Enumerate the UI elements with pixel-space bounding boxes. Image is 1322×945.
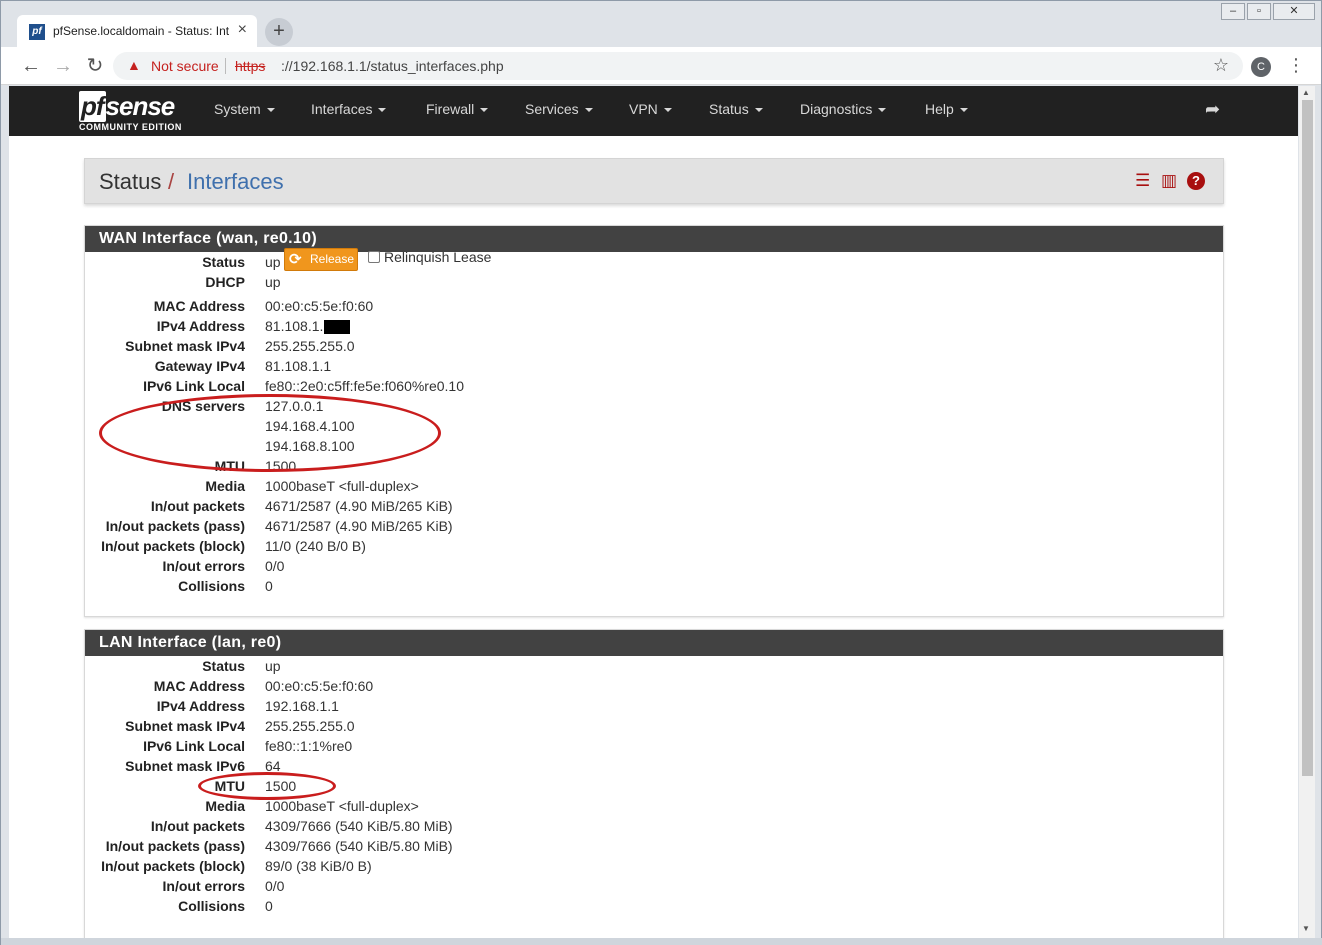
lan-row-status: Status up: [202, 658, 281, 674]
omnibox-divider: [225, 58, 226, 74]
browser-window: pf pfSense.localdomain - Status: Int × +…: [0, 0, 1322, 945]
reload-icon[interactable]: ↻: [83, 54, 107, 78]
lan-interface-panel: LAN Interface (lan, re0) Status up MAC Ad…: [84, 629, 1224, 938]
menu-interfaces[interactable]: Interfaces: [311, 101, 387, 117]
wan-row-dns: DNS servers 127.0.0.1: [161, 398, 324, 414]
logo-pf: pf: [79, 91, 106, 122]
lan-row-collisions: Collisions 0: [178, 898, 273, 914]
scroll-down-arrow-icon[interactable]: ▼: [1302, 924, 1310, 933]
wan-row-status: Status up: [202, 254, 281, 270]
logo-edition: COMMUNITY EDITION: [79, 122, 182, 132]
lan-row-packets-pass: In/out packets (pass) 4309/7666 (540 KiB/…: [105, 838, 453, 854]
wan-interface-panel: WAN Interface (wan, re0.10) Status up DHC…: [84, 225, 1224, 617]
pfsense-navbar: pfsense COMMUNITY EDITION System Interfa…: [9, 86, 1298, 136]
wan-row-errors: In/out errors 0/0: [162, 558, 285, 574]
breadcrumb-status: Status: [99, 169, 162, 194]
browser-tab[interactable]: pf pfSense.localdomain - Status: Int ×: [17, 15, 257, 47]
wan-row-mac: MAC Address 00:e0:c5:5e:f0:60: [153, 298, 374, 314]
lan-row-subnet-v6: Subnet mask IPv6 64: [125, 758, 281, 774]
star-icon[interactable]: ☆: [1213, 55, 1229, 76]
menu-system[interactable]: System: [214, 101, 275, 117]
maximize-button[interactable]: ▫: [1247, 3, 1271, 20]
relinquish-lease-checkbox[interactable]: [368, 251, 380, 263]
back-arrow-icon[interactable]: ←: [19, 54, 43, 78]
window-controls: – ▫ ✕: [1221, 3, 1315, 20]
profile-avatar[interactable]: C: [1251, 57, 1271, 77]
wan-row-gateway: Gateway IPv4 81.108.1.1: [154, 358, 332, 374]
url-text: ://192.168.1.1/status_interfaces.php: [281, 58, 504, 74]
warning-icon[interactable]: ▲: [127, 57, 141, 73]
forward-arrow-icon[interactable]: →: [51, 54, 75, 78]
lan-row-packets-block: In/out packets (block) 89/0 (38 KiB/0 B): [101, 858, 372, 874]
breadcrumb-interfaces-link[interactable]: Interfaces: [187, 169, 284, 195]
menu-vpn[interactable]: VPN: [629, 101, 672, 117]
lan-row-mtu: MTU 1500: [214, 778, 297, 794]
wan-row-collisions: Collisions 0: [178, 578, 273, 594]
logout-icon[interactable]: ➦: [1205, 99, 1220, 120]
scroll-up-arrow-icon[interactable]: ▲: [1302, 88, 1310, 97]
bar-chart-icon[interactable]: ▥: [1161, 171, 1177, 191]
lan-row-media: Media 1000baseT <full-duplex>: [205, 798, 419, 814]
vertical-scrollbar[interactable]: ▲ ▼: [1299, 86, 1315, 938]
tab-title: pfSense.localdomain - Status: Int: [53, 24, 230, 38]
security-status[interactable]: Not secure: [151, 58, 219, 74]
wan-row-dns-2: 194.168.4.100: [265, 418, 355, 434]
browser-menu-icon[interactable]: ⋮: [1287, 55, 1305, 76]
redaction-block: [324, 320, 351, 335]
page-viewport: pfsense COMMUNITY EDITION System Interfa…: [9, 86, 1298, 938]
wan-row-dhcp: DHCP up: [205, 274, 281, 290]
wan-row-packets-pass: In/out packets (pass) 4671/2587 (4.90 MiB…: [105, 518, 453, 534]
lan-row-subnet: Subnet mask IPv4 255.255.255.0: [125, 718, 355, 734]
lan-row-ipv4: IPv4 Address 192.168.1.1: [156, 698, 339, 714]
breadcrumb: Status / Interfaces ☰ ▥ ?: [84, 158, 1224, 204]
close-window-button[interactable]: ✕: [1273, 3, 1315, 20]
wan-row-packets-block: In/out packets (block) 11/0 (240 B/0 B): [101, 538, 366, 554]
address-bar[interactable]: ▲ Not secure https ://192.168.1.1/status…: [113, 52, 1243, 80]
lan-panel-heading: LAN Interface (lan, re0): [85, 630, 1223, 656]
lan-row-ipv6-ll: IPv6 Link Local fe80::1:1%re0: [143, 738, 353, 754]
menu-diagnostics[interactable]: Diagnostics: [800, 101, 887, 117]
wan-row-dns-3: 194.168.8.100: [265, 438, 355, 454]
pfsense-favicon-icon: pf: [29, 24, 45, 40]
window-bottom-edge: [1, 938, 1322, 945]
menu-firewall[interactable]: Firewall: [426, 101, 489, 117]
lan-row-errors: In/out errors 0/0: [162, 878, 285, 894]
wan-row-ipv4: IPv4 Address 81.108.1.: [85, 316, 1223, 336]
wan-row-media: Media 1000baseT <full-duplex>: [205, 478, 419, 494]
lan-row-packets: In/out packets 4309/7666 (540 KiB/5.80 Mi…: [150, 818, 453, 834]
breadcrumb-separator: /: [168, 169, 175, 194]
minimize-button[interactable]: –: [1221, 3, 1245, 20]
refresh-icon: ⟳: [289, 251, 302, 268]
wan-row-ipv6-ll: IPv6 Link Local fe80::2e0:c5ff:fe5e:f060%…: [143, 378, 465, 394]
logo-sense: sense: [105, 91, 176, 121]
help-icon[interactable]: ?: [1187, 172, 1205, 190]
browser-toolbar: ← → ↻ ▲ Not secure https ://192.168.1.1/…: [1, 47, 1321, 85]
release-button[interactable]: ⟳ Release: [284, 248, 358, 271]
tab-close-icon[interactable]: ×: [238, 21, 247, 39]
tab-strip: pf pfSense.localdomain - Status: Int × +…: [1, 1, 1321, 47]
wan-row-subnet: Subnet mask IPv4 255.255.255.0: [125, 338, 355, 354]
menu-services[interactable]: Services: [525, 101, 593, 117]
menu-status[interactable]: Status: [709, 101, 763, 117]
relinquish-lease-label[interactable]: Relinquish Lease: [384, 249, 491, 265]
sliders-icon[interactable]: ☰: [1135, 171, 1150, 191]
menu-help[interactable]: Help: [925, 101, 968, 117]
lan-row-mac: MAC Address 00:e0:c5:5e:f0:60: [153, 678, 374, 694]
wan-panel-heading: WAN Interface (wan, re0.10): [85, 226, 1223, 252]
wan-row-mtu: MTU 1500: [214, 458, 297, 474]
scrollbar-thumb[interactable]: [1302, 100, 1313, 776]
url-scheme: https: [235, 58, 266, 74]
new-tab-button[interactable]: +: [265, 18, 293, 46]
wan-row-packets: In/out packets 4671/2587 (4.90 MiB/265 Ki…: [150, 498, 453, 514]
pfsense-logo[interactable]: pfsense COMMUNITY EDITION: [79, 91, 189, 133]
